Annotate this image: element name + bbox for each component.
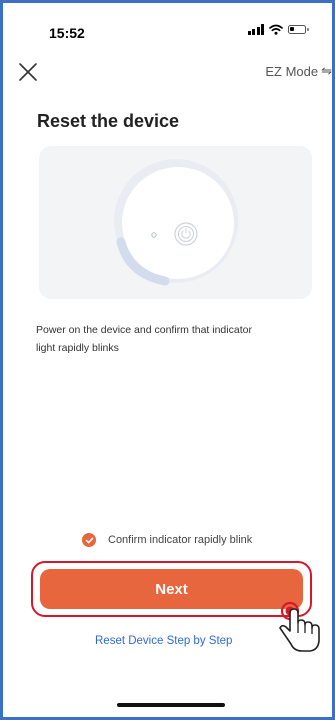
- wifi-icon: [269, 24, 283, 35]
- phone-frame: 15:52 EZ Mode ⇋ Reset the device Power o…: [0, 0, 335, 720]
- cellular-signal-icon: [247, 24, 264, 35]
- device-illustration: [39, 146, 312, 299]
- swap-arrows-icon: ⇋: [321, 63, 332, 78]
- status-time: 15:52: [49, 25, 85, 41]
- reset-step-by-step-link[interactable]: Reset Device Step by Step: [95, 635, 232, 647]
- close-icon: [19, 63, 37, 81]
- status-icons: [247, 24, 309, 35]
- ez-mode-label: EZ Mode: [265, 63, 319, 79]
- close-button[interactable]: [17, 61, 39, 83]
- checkmark-icon: [82, 533, 96, 547]
- confirm-checkbox[interactable]: Confirm indicator rapidly blink: [82, 533, 252, 547]
- home-indicator: [117, 703, 225, 707]
- next-button[interactable]: Next: [40, 569, 303, 609]
- page-title: Reset the device: [37, 111, 180, 131]
- status-bar: 15:52: [3, 3, 332, 47]
- ez-mode-button[interactable]: EZ Mode ⇋: [265, 61, 332, 81]
- instruction-text: Power on the device and confirm that ind…: [36, 324, 252, 354]
- battery-icon: [288, 25, 309, 34]
- device-illustration-art: [114, 159, 238, 286]
- confirm-label: Confirm indicator rapidly blink: [108, 534, 253, 546]
- pointing-hand-icon: [279, 601, 320, 652]
